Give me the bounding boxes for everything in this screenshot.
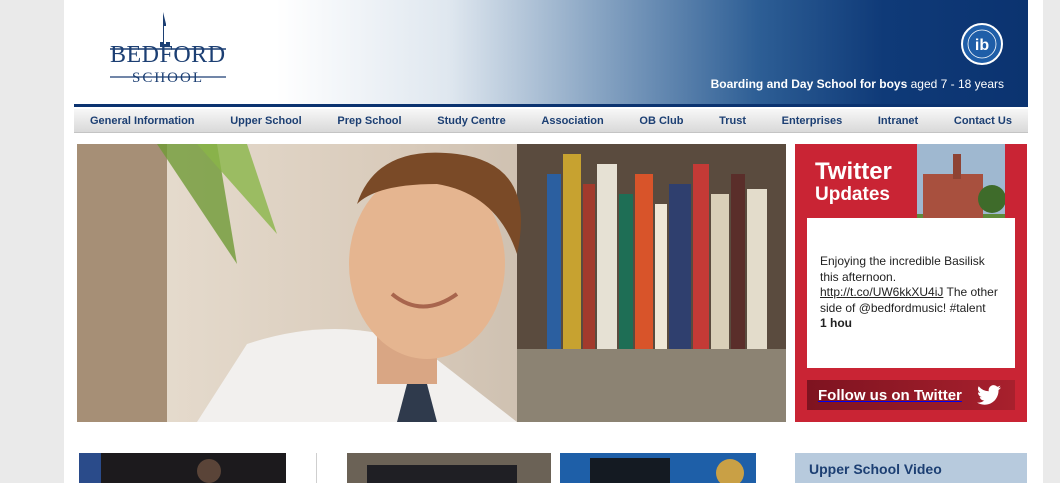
ib-world-school-icon[interactable]: ib — [960, 22, 1004, 66]
nav-item-general-information[interactable]: General Information — [90, 115, 195, 127]
school-tagline: Boarding and Day School for boys aged 7 … — [711, 77, 1004, 91]
twitter-widget: Twitter Updates Enjoying the incredible … — [795, 144, 1027, 422]
video-panel-title: Upper School Video — [809, 461, 942, 477]
column-divider — [316, 453, 317, 483]
feature-thumbnail-music[interactable] — [79, 453, 286, 483]
tagline-rest: aged 7 - 18 years — [907, 77, 1004, 91]
tweet-text: Enjoying the incredible Basilisk this af… — [820, 254, 985, 284]
twitter-subtitle: Updates — [815, 184, 890, 205]
feature-thumbnail-instruments[interactable] — [560, 453, 756, 483]
site-header: BEDFORD SCHOOL ib Boarding and Day Schoo… — [64, 0, 1028, 104]
nav-item-contact-us[interactable]: Contact Us — [954, 115, 1012, 127]
tweet-panel: Enjoying the incredible Basilisk this af… — [807, 218, 1015, 368]
nav-item-trust[interactable]: Trust — [719, 115, 746, 127]
header-divider — [74, 104, 1028, 107]
follow-twitter-button[interactable]: Follow us on Twitter — [807, 380, 1015, 410]
page: BEDFORD SCHOOL ib Boarding and Day Schoo… — [64, 0, 1043, 483]
tagline-bold: Boarding and Day School for boys — [710, 77, 908, 91]
twitter-bird-icon — [977, 385, 1001, 405]
logo-wordmark-bedford: BEDFORD — [110, 42, 226, 68]
svg-text:ib: ib — [975, 37, 989, 54]
nav-item-upper-school[interactable]: Upper School — [230, 115, 302, 127]
nav-item-study-centre[interactable]: Study Centre — [437, 115, 505, 127]
logo-wordmark-school: SCHOOL — [132, 70, 205, 86]
nav-item-prep-school[interactable]: Prep School — [337, 115, 401, 127]
upper-school-video-panel[interactable]: Upper School Video — [795, 453, 1027, 483]
tweet-link[interactable]: http://t.co/UW6kkXU4iJ — [820, 285, 943, 299]
tweet: Enjoying the incredible Basilisk this af… — [820, 254, 1006, 332]
tweet-timestamp: 1 hou — [820, 316, 852, 330]
nav-item-enterprises[interactable]: Enterprises — [782, 115, 843, 127]
hero-image — [77, 144, 786, 422]
nav-item-ob-club[interactable]: OB Club — [639, 115, 683, 127]
feature-thumbnail-choir[interactable] — [347, 453, 551, 483]
follow-twitter-label: Follow us on Twitter — [818, 386, 962, 404]
main-nav: General Information Upper School Prep Sc… — [74, 109, 1028, 133]
twitter-title: Twitter — [815, 158, 892, 185]
nav-item-association[interactable]: Association — [541, 115, 603, 127]
nav-item-intranet[interactable]: Intranet — [878, 115, 918, 127]
